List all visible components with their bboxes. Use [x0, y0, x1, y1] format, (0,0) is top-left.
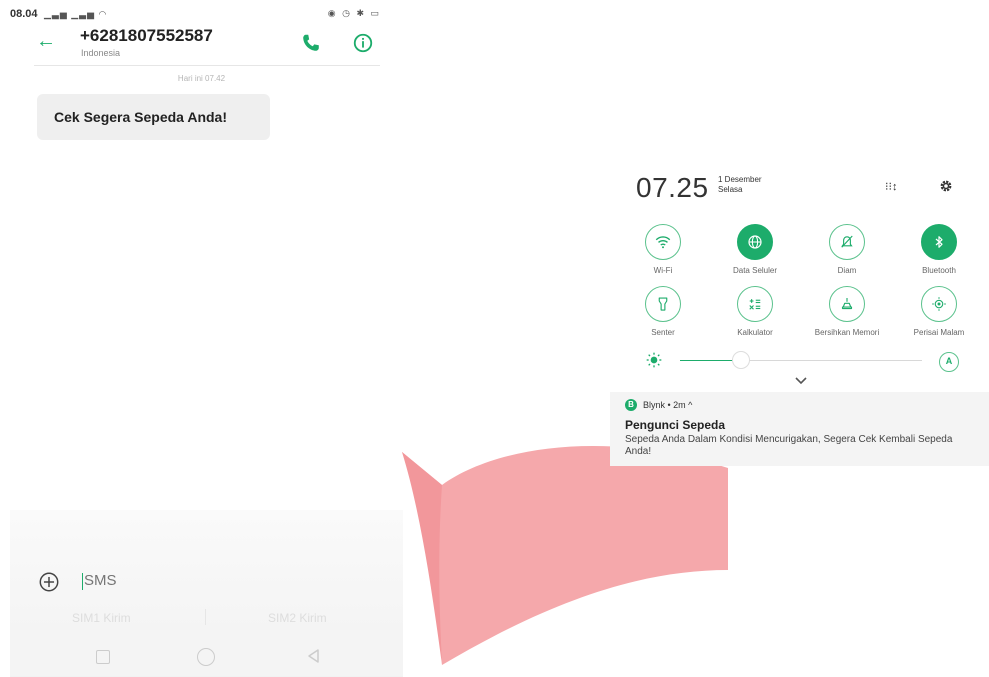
tile-flashlight[interactable]: Senter	[618, 286, 708, 338]
calculator-icon	[749, 299, 761, 310]
sms-screen: 08.04 ▁▃▅ ▁▃▅ ◠ ◉ ◷ ✱ ▭ ← +6281807552587…	[0, 0, 403, 677]
tile-calculator[interactable]: Kalkulator	[710, 286, 800, 338]
eye-shield-icon	[932, 297, 946, 311]
tile-label: Diam	[837, 266, 857, 275]
add-attachment-icon[interactable]	[38, 571, 60, 593]
sim1-send-button[interactable]: SIM1 Kirim	[72, 611, 131, 625]
notification-body: Sepeda Anda Dalam Kondisi Mencurigakan, …	[625, 434, 953, 457]
message-text: Cek Segera Sepeda Anda!	[54, 109, 227, 125]
tile-mobile-data[interactable]: Data Seluler	[710, 224, 800, 276]
notification-meta: Blynk • 2m ^	[643, 400, 693, 410]
gear-icon[interactable]	[938, 178, 954, 194]
tile-bluetooth-circle[interactable]	[921, 224, 957, 260]
tile-flashlight-circle[interactable]	[645, 286, 681, 322]
text-cursor	[82, 573, 83, 590]
tile-calculator-circle[interactable]	[737, 286, 773, 322]
contact-number: +6281807552587	[80, 26, 213, 45]
brightness-icon	[646, 352, 662, 368]
tile-wifi-circle[interactable]	[645, 224, 681, 260]
edit-tiles-icon[interactable]: ⁝⁝↕	[885, 180, 903, 194]
contact-country: Indonesia	[81, 48, 121, 58]
bluetooth-icon	[935, 236, 943, 248]
battery-icon: ◉ ◷ ✱ ▭	[327, 8, 381, 18]
sim-divider	[205, 609, 206, 625]
tile-wifi[interactable]: Wi-Fi	[618, 224, 708, 276]
info-icon[interactable]	[352, 32, 374, 54]
auto-brightness-button[interactable]: A	[939, 352, 959, 372]
decorative-ribbon-shape	[402, 446, 728, 665]
navigation-bar	[10, 638, 403, 676]
tile-label: Data Seluler	[732, 266, 778, 275]
panel-clock: 07.25	[636, 172, 709, 203]
tile-label: Bluetooth	[922, 266, 956, 275]
tile-clear-memory-circle[interactable]	[829, 286, 865, 322]
nav-back-icon[interactable]	[306, 648, 322, 664]
sim2-send-button[interactable]: SIM2 Kirim	[268, 611, 327, 625]
quick-settings-panel: 07.25 1 Desember Selasa ⁝⁝↕ Wi-Fi Data S…	[610, 162, 989, 392]
panel-date-weekday: Selasa	[718, 185, 743, 194]
flashlight-icon	[658, 297, 668, 311]
status-time: 08.04	[10, 8, 38, 20]
panel-date-day: 1 Desember	[718, 175, 762, 184]
message-date: Hari ini 07.42	[177, 74, 226, 83]
brightness-slider[interactable]	[680, 351, 922, 369]
tile-mobile-data-circle[interactable]	[737, 224, 773, 260]
tile-label: Bersihkan Memori	[814, 328, 880, 337]
bell-off-icon	[841, 235, 853, 248]
tile-label: Wi-Fi	[653, 266, 673, 275]
tile-silent[interactable]: Diam	[802, 224, 892, 276]
tile-label: Kalkulator	[737, 328, 773, 337]
recents-icon[interactable]	[96, 650, 110, 664]
tile-label: Perisai Malam	[913, 328, 965, 337]
phone-call-icon[interactable]	[300, 32, 322, 54]
chevron-down-icon[interactable]	[794, 376, 808, 386]
back-arrow-icon[interactable]: ←	[36, 31, 58, 51]
sms-compose-input[interactable]	[84, 572, 284, 589]
tile-bluetooth[interactable]: Bluetooth	[894, 224, 984, 276]
home-icon[interactable]	[197, 648, 215, 666]
panel-date: 1 Desember Selasa	[718, 175, 762, 195]
signal-icon: ▁▃▅ ▁▃▅ ◠	[44, 9, 108, 19]
brightness-slider-handle[interactable]	[731, 351, 750, 369]
message-bubble[interactable]: Cek Segera Sepeda Anda!	[37, 94, 270, 140]
blynk-app-icon: B	[625, 399, 637, 411]
conversation-header: ← +6281807552587 Indonesia	[0, 22, 403, 66]
notification-card[interactable]: B Blynk • 2m ^ Pengunci Sepeda Sepeda An…	[610, 392, 989, 466]
tile-label: Senter	[651, 328, 675, 337]
globe-icon	[748, 235, 762, 249]
notification-title: Pengunci Sepeda	[625, 418, 726, 432]
wifi-icon	[655, 236, 671, 249]
header-divider	[34, 65, 380, 66]
tile-silent-circle[interactable]	[829, 224, 865, 260]
tile-night-shield[interactable]: Perisai Malam	[894, 286, 984, 338]
broom-icon	[841, 298, 853, 310]
tile-night-shield-circle[interactable]	[921, 286, 957, 322]
tile-clear-memory[interactable]: Bersihkan Memori	[802, 286, 892, 338]
